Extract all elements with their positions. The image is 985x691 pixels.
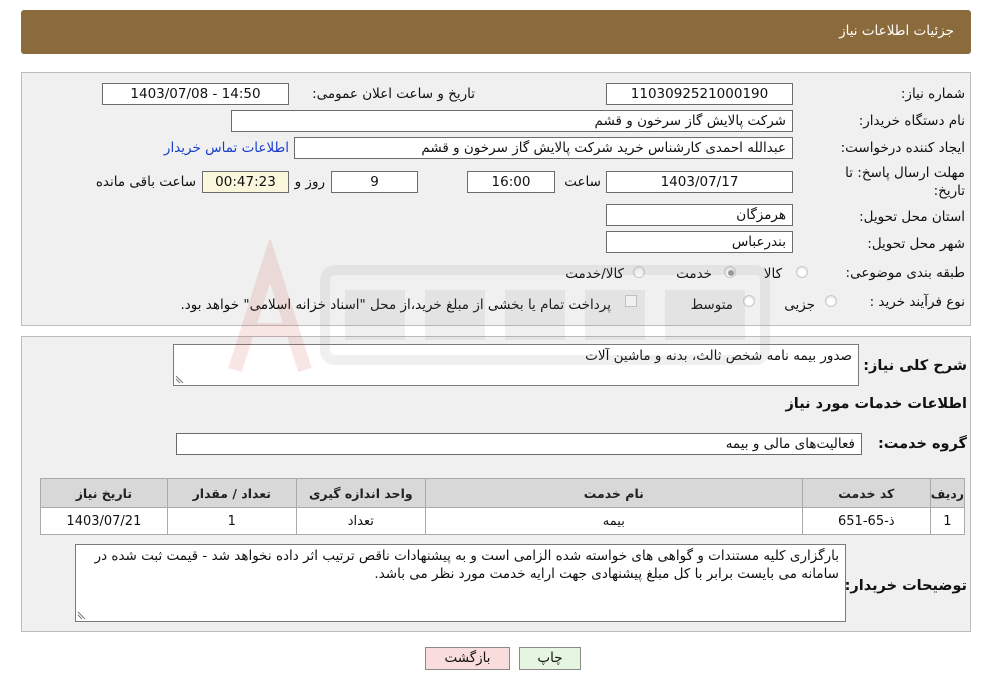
process-radio-minor[interactable] xyxy=(825,295,837,307)
general-desc-text: صدور بیمه نامه شخص ثالث، بدنه و ماشین آل… xyxy=(585,348,852,364)
cell-need-date: 1403/07/21 xyxy=(40,507,168,535)
resize-grip-icon[interactable] xyxy=(77,610,87,620)
deadline-date-field: 1403/07/17 xyxy=(606,171,793,193)
cell-service-code: ذ-65-651 xyxy=(801,507,931,535)
buyer-contact-link[interactable]: اطلاعات تماس خریدار xyxy=(164,140,289,156)
category-option-goods: کالا xyxy=(763,266,782,282)
requester-label: ایجاد کننده درخواست: xyxy=(840,140,965,156)
service-group-label: گروه خدمت: xyxy=(877,436,967,452)
deadline-label-line1: مهلت ارسال پاسخ: تا xyxy=(845,165,965,181)
col-row-number: ردیف xyxy=(929,478,966,508)
process-option-medium: متوسط xyxy=(690,297,733,313)
cell-quantity: 1 xyxy=(166,507,297,535)
treasury-payment-checkbox[interactable] xyxy=(625,295,637,307)
province-field: هرمزگان xyxy=(606,204,793,226)
table-header-row: ردیف کد خدمت نام خدمت واحد اندازه گیری ت… xyxy=(40,478,966,508)
cell-row-number: 1 xyxy=(929,507,966,535)
days-field: 9 xyxy=(331,171,418,193)
buyer-notes-text: بارگزاری کلیه مستندات و گواهی های خواسته… xyxy=(94,548,839,582)
announce-datetime-field: 1403/07/08 - 14:50 xyxy=(102,83,289,105)
need-number-field: 1103092521000190 xyxy=(606,83,793,105)
services-table: ردیف کد خدمت نام خدمت واحد اندازه گیری ت… xyxy=(40,478,966,535)
treasury-payment-note: پرداخت تمام یا بخشی از مبلغ خرید،از محل … xyxy=(180,297,611,313)
requester-field: عبدالله احمدی کارشناس خرید شرکت پالایش گ… xyxy=(294,137,793,159)
page-title: جزئیات اطلاعات نیاز xyxy=(839,23,954,39)
process-radio-medium[interactable] xyxy=(743,295,755,307)
buyer-notes-label: توضیحات خریدار: xyxy=(844,578,967,594)
print-button[interactable]: چاپ xyxy=(519,647,581,670)
buyer-notes-textarea[interactable]: بارگزاری کلیه مستندات و گواهی های خواسته… xyxy=(75,544,846,622)
category-option-goods-service: کالا/خدمت xyxy=(565,266,624,282)
services-heading: اطلاعات خدمات مورد نیاز xyxy=(785,396,967,412)
category-option-service: خدمت xyxy=(676,266,712,282)
category-radio-service[interactable] xyxy=(724,266,736,278)
province-label: استان محل تحویل: xyxy=(859,209,965,225)
category-radio-goods-service[interactable] xyxy=(633,266,645,278)
buyer-org-label: نام دستگاه خریدار: xyxy=(858,113,965,129)
cell-service-name: بیمه xyxy=(424,507,803,535)
col-need-date: تاریخ نیاز xyxy=(40,478,168,508)
city-label: شهر محل تحویل: xyxy=(867,236,965,252)
deadline-time-label: ساعت xyxy=(564,174,601,190)
resize-grip-icon[interactable] xyxy=(175,374,185,384)
category-label: طبقه بندی موضوعی: xyxy=(845,265,965,281)
category-radio-goods[interactable] xyxy=(796,266,808,278)
remaining-time-field: 00:47:23 xyxy=(202,171,289,193)
col-service-name: نام خدمت xyxy=(424,478,803,508)
announce-datetime-label: تاریخ و ساعت اعلان عمومی: xyxy=(312,86,475,102)
process-option-minor: جزیی xyxy=(784,297,815,313)
page-header: جزئیات اطلاعات نیاز xyxy=(21,10,971,54)
back-button[interactable]: بازگشت xyxy=(425,647,510,670)
deadline-time-field: 16:00 xyxy=(467,171,555,193)
buyer-org-field: شرکت پالایش گاز سرخون و قشم xyxy=(231,110,793,132)
need-number-label: شماره نیاز: xyxy=(900,86,965,102)
general-desc-label: شرح کلی نیاز: xyxy=(863,358,967,374)
col-quantity: تعداد / مقدار xyxy=(166,478,297,508)
days-label: روز و xyxy=(294,174,325,190)
city-field: بندرعباس xyxy=(606,231,793,253)
col-unit: واحد اندازه گیری xyxy=(295,478,426,508)
remaining-time-label: ساعت باقی مانده xyxy=(95,174,196,190)
deadline-label-line2: تاریخ: xyxy=(933,183,965,199)
cell-unit: تعداد xyxy=(295,507,426,535)
service-group-field: فعالیت‌های مالی و بیمه xyxy=(176,433,862,455)
process-type-label: نوع فرآیند خرید : xyxy=(869,294,965,310)
col-service-code: کد خدمت xyxy=(801,478,931,508)
general-desc-textarea[interactable]: صدور بیمه نامه شخص ثالث، بدنه و ماشین آل… xyxy=(173,344,859,386)
table-row: 1 ذ-65-651 بیمه تعداد 1 1403/07/21 xyxy=(40,507,966,535)
